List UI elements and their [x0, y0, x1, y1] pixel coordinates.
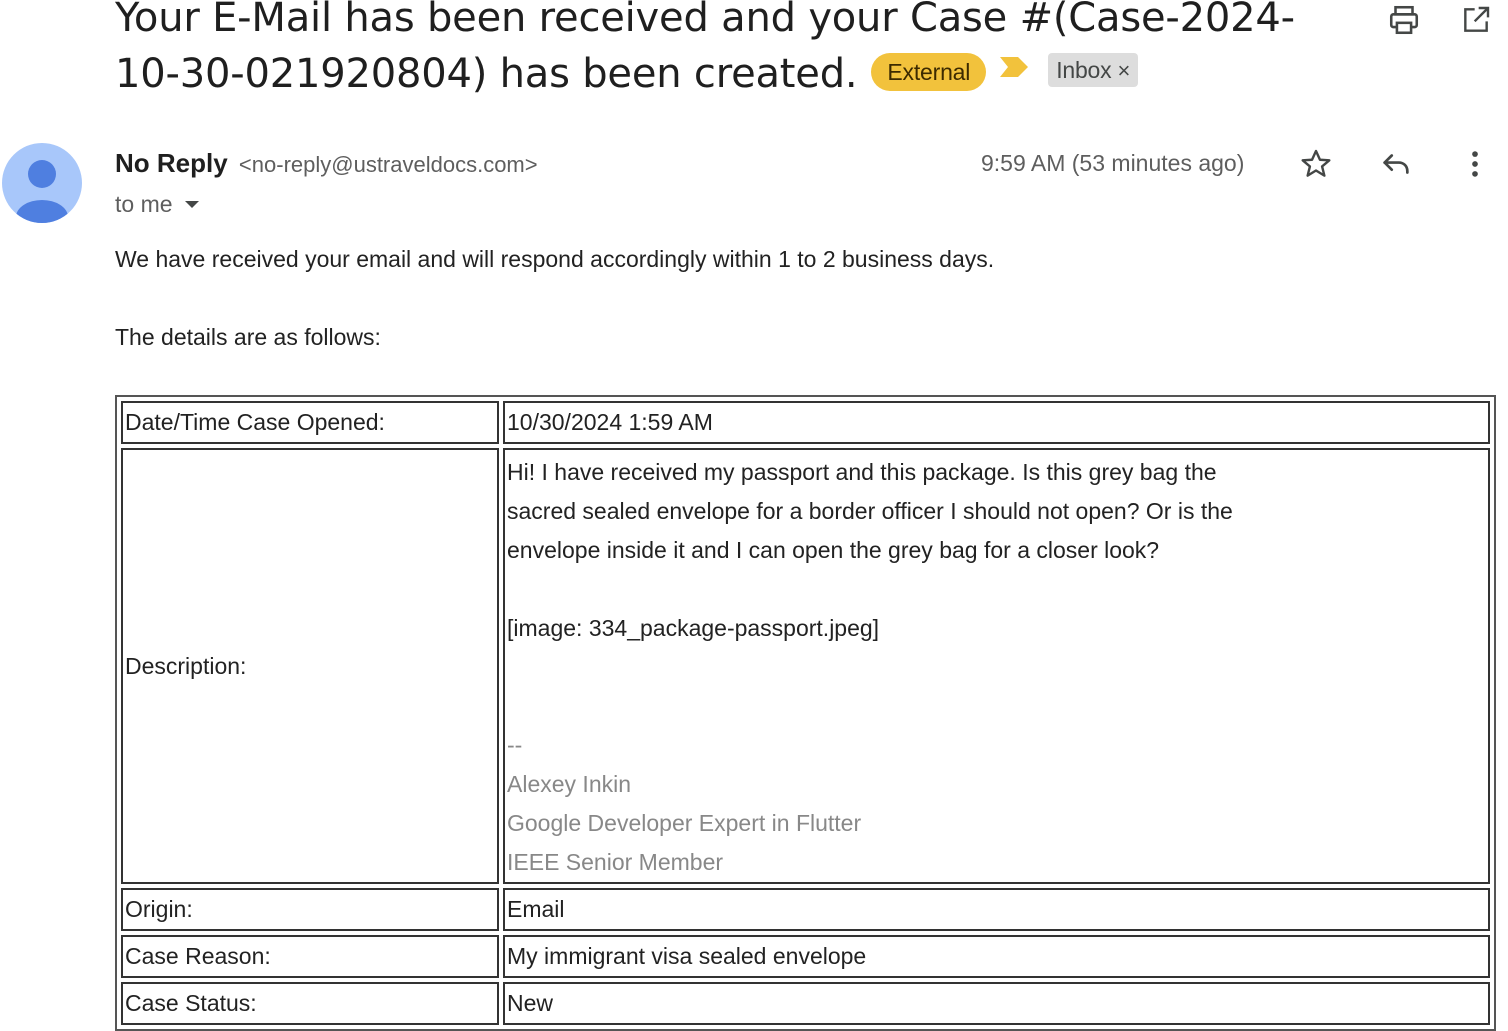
person-icon [16, 160, 68, 223]
recipient-text: to me [115, 191, 173, 217]
inbox-label: Inbox × [1048, 53, 1139, 87]
table-row: Case Status: New [121, 982, 1490, 1025]
signature-membership: IEEE Senior Member [507, 849, 724, 875]
signature-separator: -- [507, 732, 523, 758]
star-icon[interactable] [1297, 145, 1335, 183]
sender-email: <no-reply@ustraveldocs.com> [238, 152, 538, 177]
row-value-origin: Email [503, 888, 1490, 931]
row-key-case-reason: Case Reason: [121, 935, 499, 978]
row-value-date-opened: 10/30/2024 1:59 AM [503, 401, 1490, 444]
row-value-description: Hi! I have received my passport and this… [503, 448, 1490, 884]
sender-info: No Reply <no-reply@ustraveldocs.com> [115, 146, 538, 182]
description-line [507, 570, 1486, 609]
printer-icon[interactable] [1386, 2, 1422, 38]
image-placeholder-text: [image: 334_package-passport.jpeg] [507, 615, 880, 641]
external-label: External [871, 53, 987, 91]
row-key-case-status: Case Status: [121, 982, 499, 1025]
row-key-origin: Origin: [121, 888, 499, 931]
table-row: Origin: Email [121, 888, 1490, 931]
chevron-down-icon [184, 201, 199, 208]
open-in-new-window-icon[interactable] [1458, 2, 1494, 38]
recipient-dropdown[interactable]: to me [115, 188, 199, 220]
signature-title: Google Developer Expert in Flutter [507, 810, 862, 836]
row-value-case-reason: My immigrant visa sealed envelope [503, 935, 1490, 978]
description-line [507, 687, 1486, 726]
inbox-label-text: Inbox [1056, 57, 1112, 83]
table-row: Case Reason: My immigrant visa sealed en… [121, 935, 1490, 978]
description-line: sacred sealed envelope for a border offi… [507, 498, 1233, 524]
description-line [507, 648, 1486, 687]
signature-name: Alexey Inkin [507, 771, 632, 797]
remove-label-icon[interactable]: × [1117, 58, 1130, 83]
description-line: envelope inside it and I can open the gr… [507, 537, 1160, 563]
body-intro: We have received your email and will res… [115, 246, 995, 272]
case-details-table: Date/Time Case Opened: 10/30/2024 1:59 A… [115, 395, 1496, 1031]
importance-marker-icon[interactable] [1000, 57, 1029, 77]
description-line: Hi! I have received my passport and this… [507, 459, 1217, 485]
row-key-description: Description: [121, 448, 499, 884]
table-row: Description: Hi! I have received my pass… [121, 448, 1490, 884]
description-text: Hi! I have received my passport and this… [507, 450, 1486, 882]
more-vertical-icon[interactable] [1456, 145, 1494, 183]
sender-avatar[interactable] [2, 143, 82, 223]
reply-icon[interactable] [1377, 145, 1415, 183]
row-value-case-status: New [503, 982, 1490, 1025]
body-details-heading: The details are as follows: [115, 324, 381, 350]
email-subject: Your E-Mail has been received and your C… [115, 0, 1355, 102]
row-key-date-opened: Date/Time Case Opened: [121, 401, 499, 444]
table-row: Date/Time Case Opened: 10/30/2024 1:59 A… [121, 401, 1490, 444]
message-timestamp: 9:59 AM (53 minutes ago) [981, 150, 1245, 176]
sender-name[interactable]: No Reply [115, 148, 228, 178]
